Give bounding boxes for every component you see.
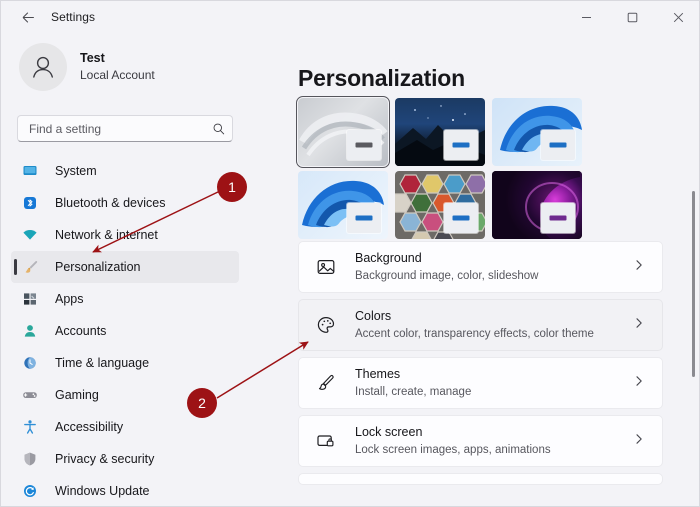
- sidebar-item-label: Windows Update: [55, 484, 150, 498]
- paintbrush-icon: [21, 258, 39, 276]
- sidebar-item-label: System: [55, 164, 97, 178]
- sidebar: Test Local Account System: [1, 33, 249, 506]
- settings-card-colors[interactable]: Colors Accent color, transparency effect…: [298, 299, 663, 351]
- sidebar-item-windows-update[interactable]: Windows Update: [11, 475, 239, 506]
- monitor-icon: [21, 162, 39, 180]
- settings-card-subtitle: Install, create, manage: [355, 385, 472, 398]
- sidebar-item-label: Apps: [55, 292, 84, 306]
- sidebar-nav: System Bluetooth & devices Network & int…: [1, 155, 249, 506]
- settings-card-subtitle: Lock screen images, apps, animations: [355, 443, 551, 456]
- settings-card-background[interactable]: Background Background image, color, slid…: [298, 241, 663, 293]
- gamepad-icon: [21, 386, 39, 404]
- settings-card-title: Colors: [355, 309, 392, 324]
- update-icon: [21, 482, 39, 500]
- sidebar-item-personalization[interactable]: Personalization: [11, 251, 239, 283]
- sidebar-item-time-language[interactable]: Time & language: [11, 347, 239, 379]
- back-arrow-icon: [22, 11, 34, 23]
- minimize-button[interactable]: [563, 1, 609, 33]
- sidebar-item-label: Accounts: [55, 324, 107, 338]
- search-input[interactable]: [18, 121, 206, 136]
- clock-globe-icon: [21, 354, 39, 372]
- maximize-icon: [627, 12, 637, 22]
- theme-thumbnail-grid: [296, 96, 590, 239]
- sidebar-item-privacy-security[interactable]: Privacy & security: [11, 443, 239, 475]
- person-avatar-icon: [33, 56, 53, 78]
- main-content: Personalization Background Background im…: [249, 33, 699, 506]
- thumbnail-accent-bar: [549, 215, 567, 221]
- back-button[interactable]: [13, 3, 43, 31]
- wifi-icon: [21, 226, 39, 244]
- search-box[interactable]: [17, 115, 233, 142]
- settings-card-title: Lock screen: [355, 425, 423, 440]
- sidebar-item-label: Privacy & security: [55, 452, 155, 466]
- main-scrollbar[interactable]: [692, 191, 695, 377]
- theme-thumbnail-flow-light[interactable]: [296, 96, 390, 168]
- person-icon: [21, 322, 39, 340]
- search-icon: [206, 122, 232, 136]
- account-name: Test: [80, 51, 105, 66]
- chevron-right-icon: [633, 374, 645, 392]
- sidebar-item-label: Gaming: [55, 388, 99, 402]
- theme-thumbnail-bloom-light[interactable]: [298, 171, 388, 239]
- sidebar-item-label: Personalization: [55, 260, 141, 274]
- thumbnail-taskbar-tile: [347, 130, 381, 160]
- thumbnail-taskbar-tile: [347, 203, 381, 233]
- chevron-right-icon: [633, 258, 645, 276]
- settings-card-subtitle: Accent color, transparency effects, colo…: [355, 327, 594, 340]
- thumbnail-accent-bar: [452, 142, 470, 148]
- settings-card-themes[interactable]: Themes Install, create, manage: [298, 357, 663, 409]
- thumbnail-taskbar-tile: [541, 130, 575, 160]
- close-icon: [673, 12, 683, 22]
- theme-thumbnail-hexagon-yarn[interactable]: [395, 171, 485, 239]
- thumbnail-accent-bar: [452, 215, 470, 221]
- window-title: Settings: [51, 10, 96, 24]
- picture-icon: [315, 256, 337, 278]
- thumbnail-accent-bar: [355, 215, 373, 221]
- chevron-right-icon: [633, 432, 645, 450]
- settings-card-partial[interactable]: [298, 473, 663, 485]
- title-bar: Settings: [1, 1, 699, 33]
- annotation-marker-2: 2: [187, 388, 217, 418]
- chevron-right-icon: [633, 316, 645, 334]
- sidebar-item-network-internet[interactable]: Network & internet: [11, 219, 239, 251]
- lock-screen-icon: [315, 430, 337, 452]
- thumbnail-taskbar-tile: [444, 203, 478, 233]
- sidebar-item-label: Network & internet: [55, 228, 158, 242]
- maximize-button[interactable]: [609, 1, 655, 33]
- settings-card-subtitle: Background image, color, slideshow: [355, 269, 539, 282]
- sidebar-item-label: Accessibility: [55, 420, 124, 434]
- thumbnail-accent-bar: [355, 142, 373, 148]
- settings-window: Settings Test Local Account Find a setti…: [0, 0, 700, 507]
- sidebar-item-label: Time & language: [55, 356, 150, 370]
- annotation-marker-1: 1: [217, 172, 247, 202]
- sidebar-item-apps[interactable]: Apps: [11, 283, 239, 315]
- sidebar-item-bluetooth-devices[interactable]: Bluetooth & devices: [11, 187, 239, 219]
- theme-thumbnail-night-mountain[interactable]: [395, 98, 485, 166]
- settings-card-title: Themes: [355, 367, 401, 382]
- accessibility-icon: [21, 418, 39, 436]
- page-title: Personalization: [298, 65, 465, 91]
- avatar: [19, 43, 67, 91]
- thumbnail-taskbar-tile: [444, 130, 478, 160]
- account-type: Local Account: [80, 67, 155, 82]
- account-block[interactable]: Test Local Account: [19, 43, 249, 91]
- sidebar-item-accounts[interactable]: Accounts: [11, 315, 239, 347]
- close-button[interactable]: [655, 1, 699, 33]
- settings-card-list: Background Background image, color, slid…: [298, 241, 663, 491]
- sidebar-item-system[interactable]: System: [11, 155, 239, 187]
- palette-icon: [315, 314, 337, 336]
- theme-thumbnail-bloom-blue[interactable]: [492, 98, 582, 166]
- settings-card-title: Background: [355, 251, 422, 266]
- minimize-icon: [581, 16, 591, 18]
- settings-card-lock-screen[interactable]: Lock screen Lock screen images, apps, an…: [298, 415, 663, 467]
- bluetooth-icon: [21, 194, 39, 212]
- theme-thumbnail-glow-purple[interactable]: [492, 171, 582, 239]
- brush-icon: [315, 372, 337, 394]
- apps-grid-icon: [21, 290, 39, 308]
- shield-icon: [21, 450, 39, 468]
- sidebar-item-label: Bluetooth & devices: [55, 196, 166, 210]
- thumbnail-taskbar-tile: [541, 203, 575, 233]
- thumbnail-accent-bar: [549, 142, 567, 148]
- window-controls: [563, 1, 699, 33]
